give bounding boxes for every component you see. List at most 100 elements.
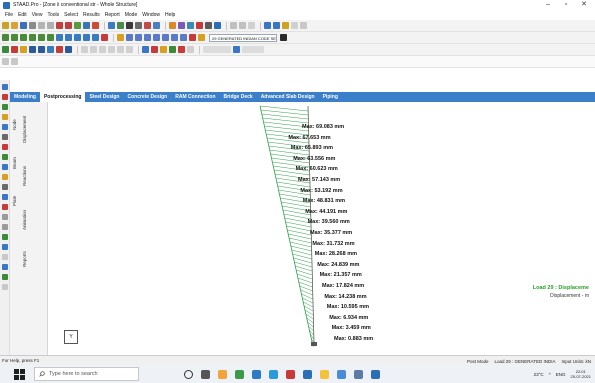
help-question-icon[interactable] — [280, 34, 287, 41]
tab-modeling[interactable]: Modeling — [10, 92, 40, 102]
misc-icon[interactable] — [2, 284, 8, 290]
circular-repeat-icon[interactable] — [248, 22, 255, 29]
menu-tools[interactable]: Tools — [47, 12, 59, 18]
plates-icon[interactable] — [2, 124, 8, 130]
annotation-icon[interactable] — [108, 46, 115, 53]
pointer-icon[interactable] — [2, 58, 9, 65]
results-beam-stress-icon[interactable] — [47, 46, 54, 53]
view-solids-icon[interactable] — [135, 22, 142, 29]
side-tab-reactions[interactable]: Reactions — [22, 156, 30, 196]
zoom-extents-icon[interactable] — [171, 34, 178, 41]
maximize-button[interactable]: ▫ — [557, 0, 575, 10]
tab-steel-design[interactable]: Steel Design — [85, 92, 123, 102]
open-file-icon[interactable] — [11, 22, 18, 29]
results-moment-icon[interactable] — [20, 46, 27, 53]
cursor-surfaces-icon[interactable] — [300, 22, 307, 29]
structure-viewport[interactable]: Max: 69.083 mm Max: 67.653 mm Max: 65.893 … — [48, 102, 595, 355]
menu-file[interactable]: File — [5, 12, 13, 18]
settings-icon[interactable] — [2, 254, 8, 260]
dimension-icon[interactable] — [196, 22, 203, 29]
file-explorer-icon[interactable] — [320, 369, 329, 379]
scale-icon[interactable] — [81, 46, 88, 53]
diagram-settings-icon[interactable] — [90, 46, 97, 53]
notes-icon[interactable] — [354, 369, 363, 379]
nodes-icon[interactable] — [2, 104, 8, 110]
filter-field[interactable] — [203, 46, 231, 53]
language-indicator[interactable]: ENG — [556, 372, 566, 377]
specs-icon[interactable] — [2, 184, 8, 190]
help-icon[interactable] — [214, 22, 221, 29]
select-plates-icon[interactable] — [20, 34, 27, 41]
mail-icon[interactable] — [286, 369, 295, 379]
output-icon[interactable] — [2, 214, 8, 220]
menu-edit[interactable]: Edit — [18, 12, 27, 18]
beams-icon[interactable] — [2, 114, 8, 120]
edge-icon[interactable] — [252, 369, 261, 379]
status-units[interactable]: Input Units: kN — [561, 359, 591, 364]
weather-text[interactable]: 23°C — [534, 372, 544, 377]
loads-icon[interactable] — [2, 144, 8, 150]
view-supports-icon[interactable] — [153, 22, 160, 29]
view-icon[interactable] — [2, 264, 8, 270]
mode-nodes-icon[interactable] — [142, 46, 149, 53]
translational-repeat-icon[interactable] — [239, 22, 246, 29]
mode-plates-icon[interactable] — [160, 46, 167, 53]
grid-icon[interactable] — [2, 244, 8, 250]
new-file-icon[interactable] — [2, 22, 9, 29]
select-mode-icon[interactable] — [11, 58, 18, 65]
zoom-out-icon[interactable] — [135, 34, 142, 41]
symbols-icon[interactable] — [117, 46, 124, 53]
tab-bridge-deck[interactable]: Bridge Deck — [220, 92, 257, 102]
side-tab-beam[interactable]: Beam — [12, 146, 20, 180]
tray-chevron-icon[interactable]: ^ — [549, 372, 551, 377]
zoom-icon[interactable] — [92, 22, 99, 29]
select-nodes-icon[interactable] — [2, 34, 9, 41]
tab-piping[interactable]: Piping — [319, 92, 342, 102]
word-icon[interactable] — [303, 369, 312, 379]
undo-icon[interactable] — [56, 22, 63, 29]
tab-postprocessing[interactable]: Postprocessing — [39, 92, 86, 102]
side-tab-plate[interactable]: Plate — [12, 184, 20, 218]
menu-window[interactable]: Window — [142, 12, 160, 18]
menu-view[interactable]: View — [32, 12, 43, 18]
legend-icon[interactable] — [126, 46, 133, 53]
rotate-x-icon[interactable] — [56, 34, 63, 41]
pan-icon[interactable] — [83, 34, 90, 41]
analysis-icon[interactable] — [2, 194, 8, 200]
save-icon[interactable] — [20, 22, 27, 29]
plate-label-icon[interactable] — [187, 22, 194, 29]
load-case-select[interactable]: 29 GENERATED INDIAN CODE SE — [209, 33, 277, 42]
results-shear-icon[interactable] — [29, 46, 36, 53]
zoom-in-icon[interactable] — [126, 34, 133, 41]
store-icon[interactable] — [269, 369, 278, 379]
view-loads-icon[interactable] — [144, 22, 151, 29]
chrome-icon[interactable] — [235, 369, 244, 379]
rotate-z-icon[interactable] — [74, 34, 81, 41]
results-animation-icon[interactable] — [65, 46, 72, 53]
structure-icon[interactable] — [2, 94, 8, 100]
geometry-icon[interactable] — [2, 234, 8, 240]
load-case-icon[interactable] — [198, 34, 205, 41]
view-isometric-icon[interactable] — [92, 34, 99, 41]
results-plate-stress-icon[interactable] — [56, 46, 63, 53]
supports-icon[interactable] — [2, 154, 8, 160]
materials-icon[interactable] — [2, 174, 8, 180]
side-tab-reports[interactable]: Reports — [22, 242, 30, 276]
tools-icon[interactable] — [2, 274, 8, 280]
new-view-icon[interactable] — [189, 34, 196, 41]
print-icon[interactable] — [29, 22, 36, 29]
zoom-dynamic-icon[interactable] — [153, 34, 160, 41]
select-solids-icon[interactable] — [29, 34, 36, 41]
copy-icon[interactable] — [47, 22, 54, 29]
cursor-plates-icon[interactable] — [273, 22, 280, 29]
close-button[interactable]: ✕ — [575, 0, 593, 10]
tab-concrete-design[interactable]: Concrete Design — [123, 92, 171, 102]
menu-mode[interactable]: Mode — [125, 12, 138, 18]
check-icon[interactable] — [74, 22, 81, 29]
side-tab-node[interactable]: Node — [12, 108, 20, 142]
measure-icon[interactable] — [205, 22, 212, 29]
taskbar-search[interactable]: Type here to search — [34, 367, 139, 381]
zoom-window-icon[interactable] — [144, 34, 151, 41]
label-results-icon[interactable] — [99, 46, 106, 53]
beam-label-icon[interactable] — [178, 22, 185, 29]
